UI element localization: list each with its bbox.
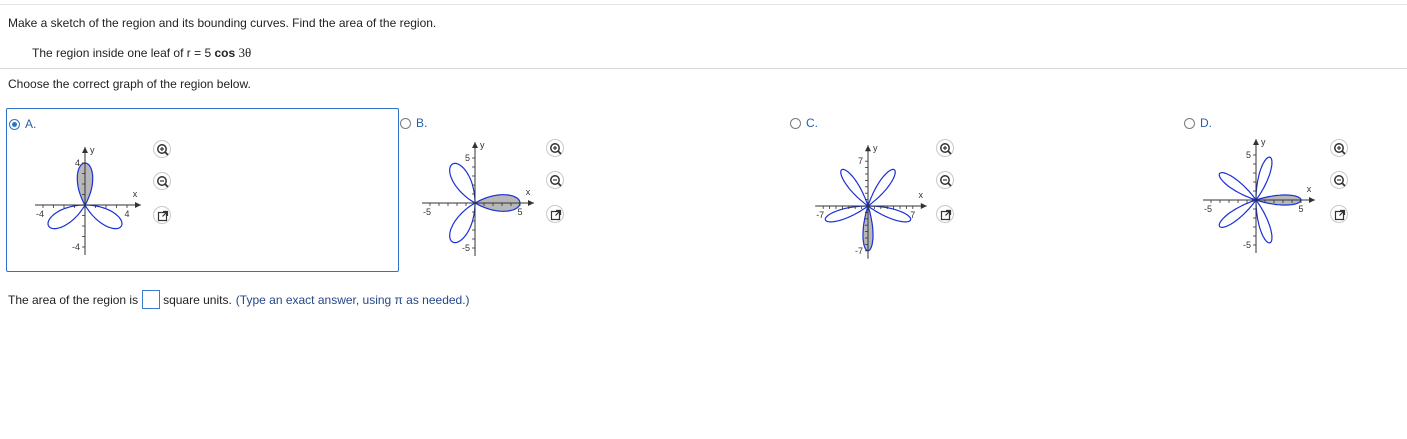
option-b-tick-neg-y: -5 — [462, 243, 470, 253]
option-d-axis-label-y: y — [1261, 137, 1266, 147]
answer-suffix: square units. — [163, 292, 232, 307]
y-axis-arrow — [1253, 139, 1259, 145]
zoom-in-icon[interactable] — [153, 140, 171, 158]
option-b-graph: x y 5 -5 5 -5 — [422, 140, 534, 256]
answer-input[interactable] — [142, 290, 161, 309]
option-b-tick-pos-x: 5 — [517, 207, 522, 217]
option-c-axis-label-y: y — [873, 143, 878, 153]
option-d-leaf-2 — [1255, 156, 1273, 202]
option-b-tick-neg-x: -5 — [423, 207, 431, 217]
option-a-axis-label-y: y — [90, 145, 95, 155]
zoom-out-icon[interactable] — [546, 171, 564, 189]
option-d-tick-neg-x: -5 — [1204, 204, 1212, 214]
external-window-icon[interactable] — [1330, 205, 1348, 223]
option-c-tick-neg-x: -7 — [816, 210, 824, 220]
option-c-tick-neg-y: -7 — [855, 246, 863, 256]
option-d[interactable]: D. x y 5 -5 5 -5 — [1182, 108, 1407, 272]
region-description: The region inside one leaf of r = 5 cos … — [32, 45, 251, 61]
option-d-axis-label-x: x — [1307, 184, 1312, 194]
option-b-axis-label-x: x — [526, 187, 531, 197]
option-b[interactable]: B. x y 5 -5 5 -5 — [398, 108, 791, 272]
x-axis-arrow — [528, 200, 534, 206]
choose-prompt: Choose the correct graph of the region b… — [8, 77, 251, 91]
option-b-axis-label-y: y — [480, 140, 485, 150]
option-c-axis-label-x: x — [919, 190, 924, 200]
region-arg: 3θ — [238, 45, 252, 60]
option-a-tick-pos-y: 4 — [75, 158, 80, 168]
answer-prefix: The area of the region is — [8, 292, 139, 307]
external-window-icon[interactable] — [153, 206, 171, 224]
option-a-axes — [35, 147, 141, 255]
option-c-tick-pos-y: 7 — [858, 156, 863, 166]
option-a-tick-neg-y: -4 — [72, 242, 80, 252]
option-a[interactable]: A. x y 4 -4 4 -4 — [6, 108, 399, 272]
question-instruction: Make a sketch of the region and its boun… — [8, 16, 437, 30]
region-func: cos — [214, 46, 236, 60]
option-d-tick-neg-y: -5 — [1243, 240, 1251, 250]
option-a-tick-pos-x: 4 — [124, 209, 129, 219]
y-axis-arrow — [82, 147, 88, 153]
option-b-leaf-upper-left — [449, 162, 476, 205]
option-c[interactable]: C. x y 7 -7 7 -7 — [788, 108, 1181, 272]
zoom-in-icon[interactable] — [1330, 139, 1348, 157]
option-c-leaf-3 — [866, 168, 896, 208]
region-text: The region inside one leaf of r = 5 — [32, 46, 212, 60]
external-window-icon[interactable] — [936, 205, 954, 223]
external-window-icon[interactable] — [546, 205, 564, 223]
y-axis-arrow — [865, 145, 871, 152]
option-c-tick-pos-x: 7 — [910, 210, 915, 220]
top-divider — [0, 4, 1407, 5]
option-d-leaf-3 — [1218, 171, 1258, 202]
option-b-tick-pos-y: 5 — [465, 153, 470, 163]
x-axis-arrow — [135, 202, 141, 208]
option-b-leaf-lower-left — [449, 201, 476, 244]
option-a-leaf-left — [47, 204, 87, 230]
option-d-leaf-5 — [1255, 198, 1273, 244]
zoom-in-icon[interactable] — [546, 139, 564, 157]
option-c-leaf-4 — [840, 168, 870, 208]
zoom-in-icon[interactable] — [936, 139, 954, 157]
option-a-leaf-right — [83, 204, 123, 230]
zoom-out-icon[interactable] — [1330, 171, 1348, 189]
y-axis-arrow — [472, 142, 478, 148]
option-d-graph: x y 5 -5 5 -5 — [1203, 137, 1315, 253]
option-a-graph: x y 4 -4 4 -4 — [35, 145, 141, 255]
option-d-leaf-4 — [1218, 198, 1258, 229]
option-d-tick-pos-y: 5 — [1246, 150, 1251, 160]
option-a-axis-label-x: x — [133, 189, 138, 199]
answer-row: The area of the region is square units. … — [8, 290, 470, 309]
x-axis-arrow — [1309, 197, 1315, 203]
option-a-tick-neg-x: -4 — [36, 209, 44, 219]
x-axis-arrow — [920, 203, 927, 209]
zoom-out-icon[interactable] — [153, 172, 171, 190]
option-d-tick-pos-x: 5 — [1298, 204, 1303, 214]
section-divider — [0, 68, 1407, 69]
answer-hint: (Type an exact answer, using π as needed… — [235, 292, 470, 307]
option-c-graph: x y 7 -7 7 -7 — [815, 143, 927, 259]
zoom-out-icon[interactable] — [936, 171, 954, 189]
